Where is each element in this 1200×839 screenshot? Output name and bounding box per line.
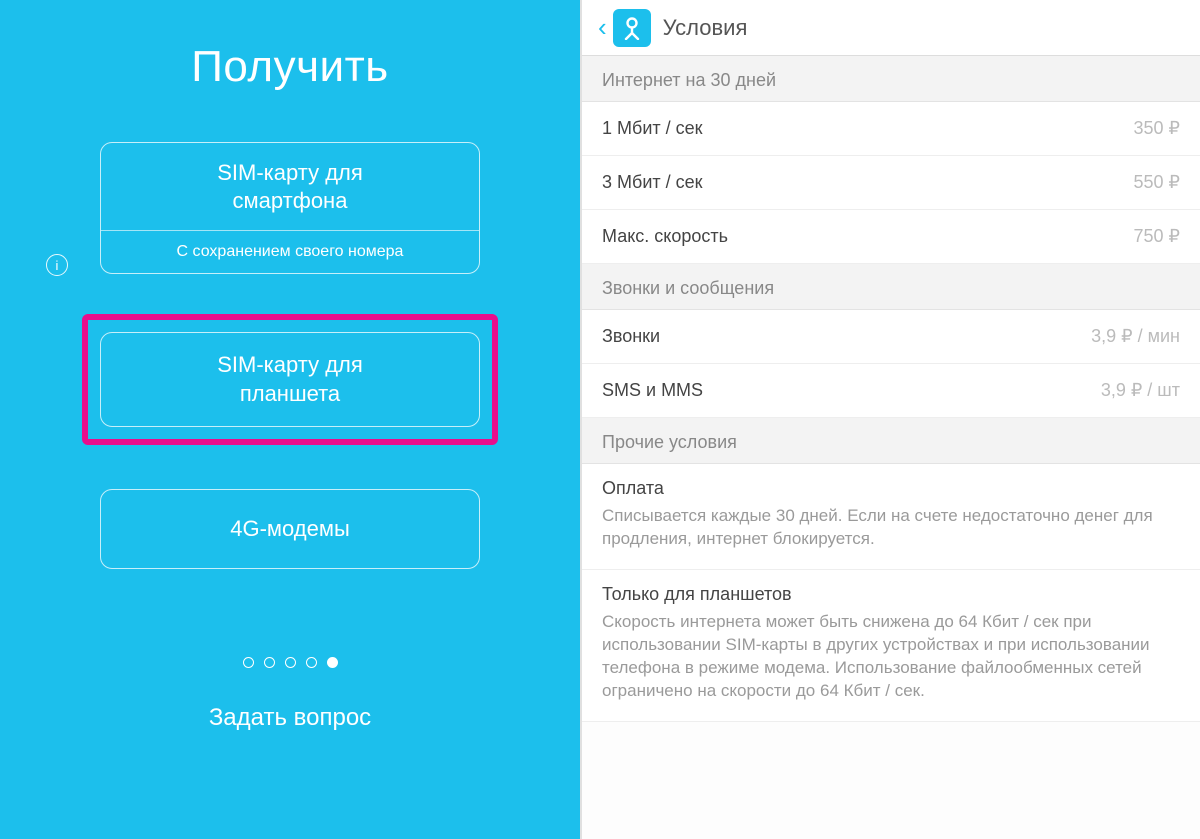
info-block: Оплата Списывается каждые 30 дней. Если … bbox=[582, 464, 1200, 570]
page-dot[interactable] bbox=[243, 657, 254, 668]
section-calls: Звонки и сообщения bbox=[582, 264, 1200, 310]
tariff-label: SMS и MMS bbox=[602, 380, 703, 401]
section-other: Прочие условия bbox=[582, 418, 1200, 464]
info-block: Только для планшетов Скорость интернета … bbox=[582, 570, 1200, 722]
conditions-panel: ‹ Условия Интернет на 30 дней 1 Мбит / с… bbox=[580, 0, 1200, 839]
info-block-body: Списывается каждые 30 дней. Если на счет… bbox=[602, 505, 1180, 551]
info-block-body: Скорость интернета может быть снижена до… bbox=[602, 611, 1180, 703]
sim-phone-button[interactable]: SIM-карту для смартфона bbox=[101, 143, 479, 231]
yota-logo-icon bbox=[613, 9, 651, 47]
info-block-title: Оплата bbox=[602, 478, 1180, 499]
tariff-price: 350 ₽ bbox=[1134, 118, 1181, 139]
page-dot[interactable] bbox=[327, 657, 338, 668]
ask-question-link[interactable]: Задать вопрос bbox=[209, 704, 371, 732]
info-icon-glyph: i bbox=[56, 258, 59, 273]
tariff-row[interactable]: SMS и MMS 3,9 ₽ / шт bbox=[582, 364, 1200, 418]
sim-phone-option[interactable]: SIM-карту для смартфона С сохранением св… bbox=[100, 142, 480, 274]
tariff-label: Звонки bbox=[602, 326, 660, 347]
info-icon[interactable]: i bbox=[46, 254, 68, 276]
page-title: Получить bbox=[191, 42, 388, 92]
keep-number-button[interactable]: С сохранением своего номера bbox=[101, 231, 479, 273]
tariff-label: Макс. скорость bbox=[602, 226, 728, 247]
tariff-row[interactable]: Макс. скорость 750 ₽ bbox=[582, 210, 1200, 264]
sim-tablet-button[interactable]: SIM-карту для планшета bbox=[100, 332, 480, 427]
header-title: Условия bbox=[663, 15, 748, 41]
onboarding-panel: Получить i SIM-карту для смартфона С сох… bbox=[0, 0, 580, 839]
header: ‹ Условия bbox=[582, 0, 1200, 56]
tariff-price: 3,9 ₽ / шт bbox=[1101, 380, 1180, 401]
tariff-row[interactable]: Звонки 3,9 ₽ / мин bbox=[582, 310, 1200, 364]
page-indicator bbox=[243, 657, 338, 668]
info-block-title: Только для планшетов bbox=[602, 584, 1180, 605]
page-dot[interactable] bbox=[306, 657, 317, 668]
back-chevron-icon[interactable]: ‹ bbox=[592, 12, 613, 43]
page-dot[interactable] bbox=[264, 657, 275, 668]
tariff-label: 3 Мбит / сек bbox=[602, 172, 703, 193]
tariff-price: 3,9 ₽ / мин bbox=[1091, 326, 1180, 347]
tariff-price: 550 ₽ bbox=[1134, 172, 1181, 193]
modem-button[interactable]: 4G-модемы bbox=[100, 489, 480, 569]
section-internet: Интернет на 30 дней bbox=[582, 56, 1200, 102]
tariff-row[interactable]: 1 Мбит / сек 350 ₽ bbox=[582, 102, 1200, 156]
highlight-frame: SIM-карту для планшета bbox=[82, 314, 498, 445]
tariff-price: 750 ₽ bbox=[1134, 226, 1181, 247]
tariff-row[interactable]: 3 Мбит / сек 550 ₽ bbox=[582, 156, 1200, 210]
page-dot[interactable] bbox=[285, 657, 296, 668]
tariff-label: 1 Мбит / сек bbox=[602, 118, 703, 139]
